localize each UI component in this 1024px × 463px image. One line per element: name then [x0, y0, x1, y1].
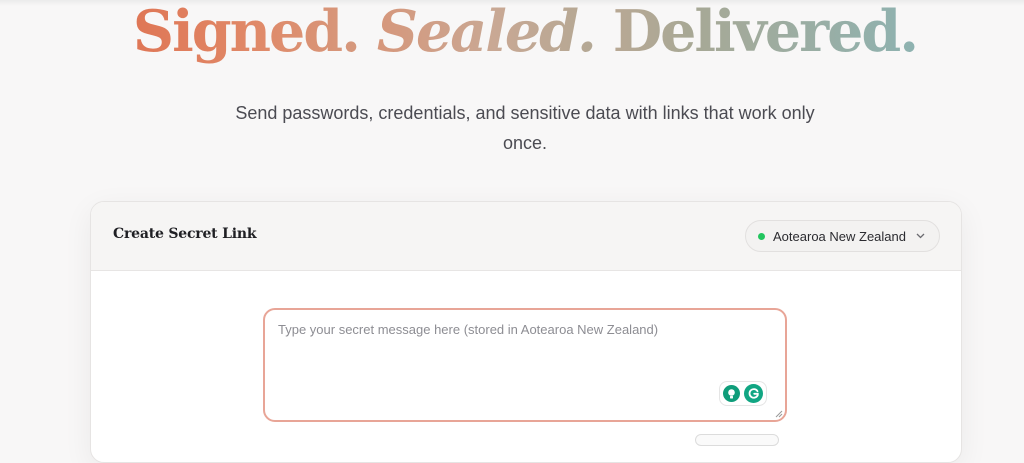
region-selected-label: Aotearoa New Zealand — [773, 228, 906, 244]
grammarly-icon[interactable] — [744, 384, 763, 403]
hero-word-signed: Signed. — [132, 0, 361, 65]
secret-message-field-wrapper — [263, 308, 787, 422]
chevron-down-icon — [916, 231, 925, 242]
submit-button-partial[interactable] — [695, 434, 779, 446]
card-header: Create Secret Link Aotearoa New Zealand — [91, 202, 961, 271]
lightbulb-icon[interactable] — [723, 385, 740, 402]
region-status-dot — [758, 232, 766, 240]
grammarly-widget[interactable] — [719, 381, 767, 406]
card-title: Create Secret Link — [113, 226, 257, 242]
hero-word-delivered: Delivered. — [612, 0, 919, 65]
hero-word-sealed: Sealed. — [376, 0, 597, 65]
resize-grip-icon[interactable] — [775, 410, 783, 418]
region-selector[interactable]: Aotearoa New Zealand — [745, 220, 940, 252]
hero-title: Signed. Sealed. Delivered. — [0, 0, 1024, 72]
hero-subtitle: Send passwords, credentials, and sensiti… — [235, 103, 815, 153]
secret-message-input[interactable] — [265, 310, 785, 420]
